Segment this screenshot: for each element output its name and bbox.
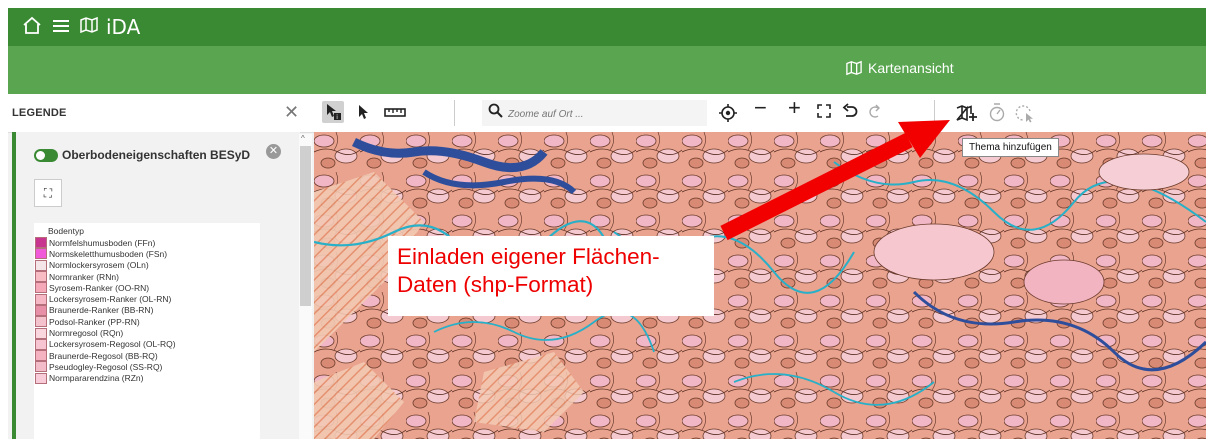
menu-icon[interactable] bbox=[52, 8, 70, 46]
annotation-callout: Einladen eigener Flächen- Daten (shp-For… bbox=[388, 236, 714, 316]
legend-swatch bbox=[35, 282, 47, 294]
legend-swatch bbox=[35, 350, 47, 362]
legend-label: Syrosem-Ranker (OO-RN) bbox=[49, 282, 150, 293]
legend-item: Syrosem-Ranker (OO-RN) bbox=[34, 282, 260, 294]
legend-swatch bbox=[35, 316, 47, 328]
legend-list: Bodentyp Normfelshumusboden (FFn) Normske… bbox=[34, 223, 260, 439]
legend-label: Braunerde-Ranker (BB-RN) bbox=[49, 305, 154, 316]
legend-swatch bbox=[35, 259, 47, 271]
close-icon[interactable]: ✕ bbox=[284, 102, 299, 123]
view-label: Kartenansicht bbox=[868, 60, 954, 76]
timer-icon[interactable] bbox=[988, 103, 1006, 128]
layer-card: Oberbodeneigenschaften BESyD ✕ ⛶ Bodenty… bbox=[12, 132, 300, 439]
legend-label: Normlockersyrosem (OLn) bbox=[49, 260, 149, 271]
annotation-line-1: Einladen eigener Flächen- bbox=[397, 244, 660, 269]
legend-swatch bbox=[35, 304, 47, 316]
legend-label: Normpararendzina (RZn) bbox=[49, 373, 144, 384]
legend-item: Normranker (RNn) bbox=[34, 271, 260, 283]
separator bbox=[454, 100, 455, 126]
legend-swatch bbox=[35, 327, 47, 339]
legend-swatch bbox=[35, 361, 47, 373]
legend-swatch bbox=[35, 237, 47, 249]
legend-swatch bbox=[35, 293, 47, 305]
scroll-up-icon[interactable]: ^ bbox=[301, 134, 305, 143]
layer-visibility-toggle[interactable] bbox=[34, 149, 58, 162]
select-arrow-icon[interactable] bbox=[356, 103, 372, 126]
legend-label: Lockersyrosem-Ranker (OL-RN) bbox=[49, 294, 172, 305]
tab-kartenansicht[interactable]: Kartenansicht bbox=[846, 60, 954, 76]
search-box bbox=[482, 100, 707, 126]
legend-swatch bbox=[35, 271, 47, 283]
legend-panel: LEGENDE ✕ Oberbodeneigenschaften BESyD ✕… bbox=[8, 94, 314, 439]
scrollbar[interactable]: ^ bbox=[299, 134, 312, 439]
search-icon bbox=[488, 103, 503, 122]
cursor-refresh-icon[interactable] bbox=[1014, 103, 1036, 128]
legend-item: Pseudogley-Regosol (SS-RQ) bbox=[34, 361, 260, 373]
scrollbar-thumb[interactable] bbox=[300, 146, 311, 306]
legend-item: Podsol-Ranker (PP-RN) bbox=[34, 316, 260, 328]
fullscreen-icon[interactable]: ⛶ bbox=[34, 179, 62, 207]
legend-item: Normpararendzina (RZn) bbox=[34, 372, 260, 384]
legend-swatch bbox=[35, 248, 47, 260]
view-bar: Kartenansicht bbox=[8, 46, 1206, 94]
remove-layer-icon[interactable]: ✕ bbox=[266, 144, 281, 159]
annotation-arrow bbox=[720, 120, 950, 241]
legend-item: Normskeletthumusboden (FSn) bbox=[34, 248, 260, 260]
legend-item: Braunerde-Ranker (BB-RN) bbox=[34, 304, 260, 316]
legend-label: Normranker (RNn) bbox=[49, 271, 119, 282]
measure-ruler-icon[interactable] bbox=[384, 103, 406, 126]
legend-label: Normregosol (RQn) bbox=[49, 328, 124, 339]
info-select-icon[interactable]: i bbox=[322, 101, 344, 123]
legend-item: Lockersyrosem-Regosol (OL-RQ) bbox=[34, 338, 260, 350]
legend-label: Normskeletthumusboden (FSn) bbox=[49, 248, 168, 259]
legend-item: Braunerde-Regosol (BB-RQ) bbox=[34, 350, 260, 362]
legend-item: Normregosol (RQn) bbox=[34, 327, 260, 339]
map-icon bbox=[846, 60, 862, 76]
legend-item: Normfelshumusboden (FFn) bbox=[34, 237, 260, 249]
legend-item: Lockersyrosem-Ranker (OL-RN) bbox=[34, 293, 260, 305]
legend-header: LEGENDE ✕ bbox=[8, 94, 314, 133]
legend-label: Podsol-Ranker (PP-RN) bbox=[49, 316, 140, 327]
app-name: iDA bbox=[106, 15, 141, 39]
home-icon[interactable] bbox=[22, 8, 42, 46]
legend-label: Pseudogley-Regosol (SS-RQ) bbox=[49, 361, 163, 372]
annotation-line-2: Daten (shp-Format) bbox=[397, 272, 594, 297]
legend-swatch bbox=[35, 338, 47, 350]
legend-caption: Bodentyp bbox=[48, 226, 84, 236]
legend-label: Lockersyrosem-Regosol (OL-RQ) bbox=[49, 339, 176, 350]
layer-name: Oberbodeneigenschaften BESyD bbox=[62, 148, 251, 162]
legend-label: Braunerde-Regosol (BB-RQ) bbox=[49, 350, 158, 361]
map-icon bbox=[80, 8, 98, 46]
add-theme-tooltip: Thema hinzufügen bbox=[962, 138, 1059, 157]
legend-label: Normfelshumusboden (FFn) bbox=[49, 237, 156, 248]
legend-title: LEGENDE bbox=[12, 107, 67, 119]
legend-swatch bbox=[35, 372, 47, 384]
legend-item: Normlockersyrosem (OLn) bbox=[34, 259, 260, 271]
search-input[interactable] bbox=[506, 104, 700, 124]
app-header: iDA bbox=[8, 8, 1206, 46]
